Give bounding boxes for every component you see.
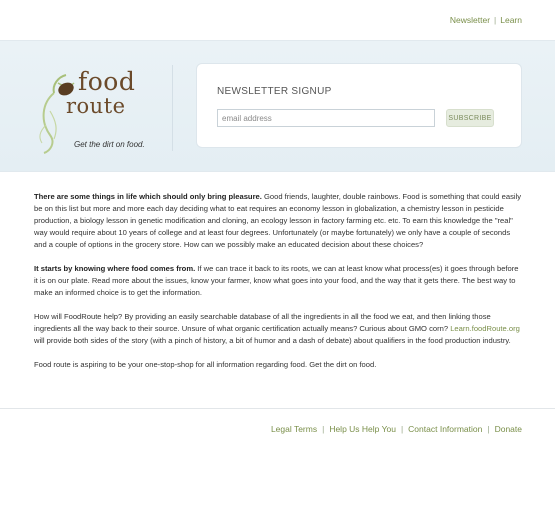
- help-text-2: will provide both sides of the story (wi…: [34, 336, 511, 346]
- nav-learn-link[interactable]: Learn: [500, 15, 522, 25]
- hero-divider: [172, 65, 173, 151]
- aspiring-paragraph: Food route is aspiring to be your one-st…: [34, 359, 377, 369]
- footer-divider: [0, 408, 555, 409]
- nav-separator: |: [494, 15, 497, 25]
- logo-word-route: route: [66, 94, 126, 118]
- nav-newsletter-link[interactable]: Newsletter: [450, 15, 490, 25]
- newsletter-signup-panel: NEWSLETTER SIGNUP SUBSCRIBE: [196, 63, 522, 148]
- logo-word-food: food: [78, 67, 136, 96]
- footer-separator: |: [400, 424, 404, 434]
- foodroute-logo[interactable]: food route Get the dirt on food.: [36, 63, 158, 155]
- footer-donate-link[interactable]: Donate: [495, 424, 522, 434]
- intro-heading: There are some things in life which shou…: [34, 192, 262, 201]
- footer-nav: Legal Terms | Help Us Help You | Contact Inf…: [271, 424, 522, 434]
- intro-paragraph: There are some things in life which shou…: [34, 191, 522, 251]
- footer-help-link[interactable]: Help Us Help You: [329, 424, 396, 434]
- logo-tagline: Get the dirt on food.: [74, 140, 145, 149]
- help-text: How will FoodRoute help? By providing an…: [34, 311, 491, 334]
- roots-paragraph: It starts by knowing where food comes fr…: [34, 263, 522, 299]
- signup-title: NEWSLETTER SIGNUP: [217, 86, 332, 97]
- footer-separator: |: [322, 424, 325, 434]
- help-paragraph: How will FoodRoute help? By providing an…: [34, 311, 522, 347]
- main-content: There are some things in life which shou…: [34, 191, 522, 383]
- email-field[interactable]: [217, 109, 435, 127]
- roots-heading: It starts by knowing where food comes fr…: [34, 264, 196, 274]
- learn-site-link[interactable]: Learn.foodRoute.org: [450, 324, 520, 333]
- footer-contact-link[interactable]: Contact Information: [408, 424, 482, 434]
- subscribe-button[interactable]: SUBSCRIBE: [446, 109, 494, 127]
- footer-legal-link[interactable]: Legal Terms: [271, 424, 317, 434]
- top-nav: Newsletter | Learn: [450, 15, 522, 25]
- hero-banner: food route Get the dirt on food. NEWSLET…: [0, 40, 555, 172]
- footer-separator: |: [487, 424, 490, 434]
